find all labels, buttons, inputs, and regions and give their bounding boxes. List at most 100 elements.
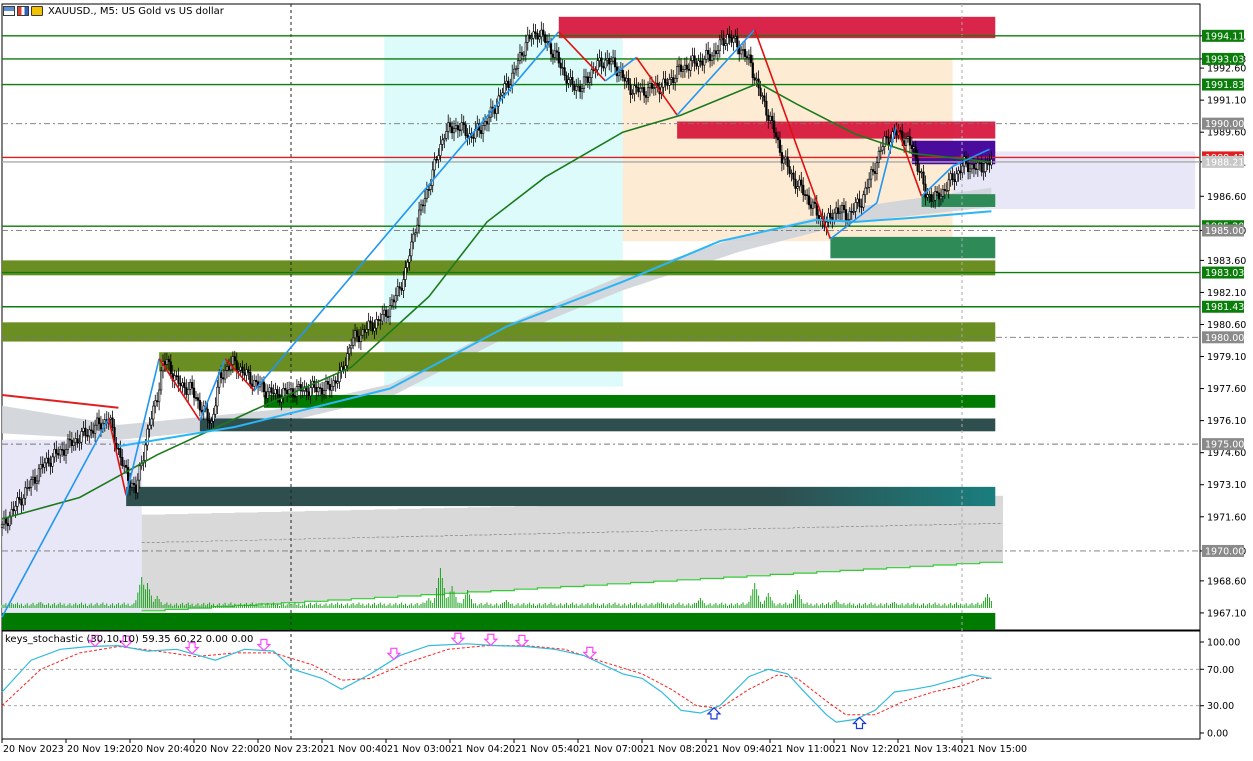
- candle-body: [507, 80, 510, 88]
- candle-body: [798, 179, 801, 187]
- candle-body: [753, 77, 756, 81]
- candle-body: [187, 389, 190, 395]
- candle-body: [730, 37, 733, 43]
- candle-body: [22, 497, 25, 506]
- candle-body: [156, 400, 159, 403]
- candle-body: [959, 170, 962, 174]
- candle-body: [544, 34, 547, 43]
- candle-body: [134, 484, 137, 494]
- candle-body: [51, 456, 54, 467]
- candle-body: [643, 87, 646, 96]
- candle-body: [386, 316, 390, 318]
- candle-body: [334, 380, 337, 384]
- candle-body: [935, 191, 939, 194]
- candle-body: [445, 131, 448, 139]
- candle-body: [454, 125, 458, 129]
- price-tag-label: 1983.03: [1205, 268, 1244, 279]
- candle-body: [724, 43, 727, 46]
- candle-body: [635, 85, 638, 88]
- y-tick-label: 1979.10: [1207, 352, 1246, 363]
- candle-body: [610, 60, 613, 65]
- candle-body: [200, 409, 203, 413]
- candle-body: [689, 60, 692, 71]
- candle-body: [16, 497, 19, 507]
- candle-body: [410, 241, 413, 257]
- candle-body: [377, 319, 380, 321]
- candle-body: [224, 370, 227, 380]
- candle-body: [249, 371, 252, 385]
- candle-body: [970, 164, 974, 170]
- candle-body: [974, 168, 977, 170]
- candle-body: [910, 144, 913, 149]
- candle-body: [74, 438, 77, 443]
- candle-body: [452, 128, 456, 134]
- candle-body: [904, 138, 908, 146]
- x-tick-label: 21 Nov 09:40: [707, 744, 771, 755]
- candle-body: [396, 286, 399, 296]
- candle-body: [222, 377, 225, 380]
- candle-body: [237, 369, 240, 372]
- candle-body: [817, 214, 820, 220]
- candle-body: [955, 173, 958, 182]
- candle-body: [57, 453, 60, 456]
- indicator-title: keys_stochastic (30,10,10) 59.35 60.22 0…: [5, 634, 254, 645]
- candle-body: [722, 37, 725, 46]
- y-tick-label: 1983.60: [1207, 256, 1246, 267]
- candle-body: [670, 77, 673, 80]
- chart-window-icon: [3, 6, 15, 16]
- candle-body: [416, 224, 419, 234]
- candle-body: [152, 405, 155, 420]
- candle-body: [862, 194, 865, 208]
- candle-body: [532, 31, 535, 39]
- y-tick-label: 1976.10: [1207, 416, 1246, 427]
- candle-body: [513, 68, 516, 74]
- candle-body: [385, 309, 388, 317]
- candle-body: [767, 114, 770, 121]
- candle-body: [94, 424, 97, 434]
- candle-body: [80, 431, 83, 443]
- zone-teal-green: [830, 236, 996, 259]
- candle-body: [92, 430, 95, 434]
- candle-body: [394, 295, 397, 303]
- candle-body: [402, 279, 405, 291]
- candle-body: [943, 189, 946, 191]
- candle-body: [883, 136, 886, 147]
- x-tick-label: 21 Nov 03:00: [387, 744, 451, 755]
- candle-body: [773, 120, 776, 133]
- x-tick-label: 20 Nov 23:20: [259, 744, 323, 755]
- candle-body: [906, 136, 910, 139]
- candle-body: [437, 155, 440, 160]
- candle-body: [695, 62, 698, 67]
- candle-body: [66, 438, 70, 450]
- zone-olive: [2, 322, 996, 342]
- candle-body: [957, 170, 960, 175]
- candle-body: [549, 43, 553, 55]
- candle-body: [183, 382, 186, 388]
- candle-body: [563, 67, 566, 76]
- candle-body: [348, 347, 351, 354]
- candle-body: [683, 64, 686, 70]
- candle-body: [466, 135, 469, 138]
- candle-body: [167, 359, 170, 363]
- candle-body: [743, 49, 747, 57]
- candle-body: [462, 122, 465, 126]
- candle-body: [664, 78, 667, 84]
- candle-body: [367, 320, 370, 330]
- candle-body: [555, 50, 558, 53]
- candle-body: [423, 198, 427, 207]
- candle-body: [916, 157, 919, 172]
- candle-body: [854, 202, 857, 212]
- candle-body: [945, 190, 948, 192]
- candle-body: [482, 125, 485, 134]
- candle-body: [288, 389, 291, 395]
- candle-body: [412, 233, 415, 243]
- candle-body: [546, 41, 549, 43]
- candle-body: [328, 384, 331, 391]
- flag-icon: [17, 6, 29, 16]
- candle-body: [776, 136, 780, 141]
- x-tick-label: 20 Nov 2023: [3, 744, 64, 755]
- candle-body: [342, 366, 345, 370]
- candle-body: [761, 95, 764, 98]
- zone-lavender-highlight: [2, 439, 142, 613]
- candle-body: [132, 482, 136, 486]
